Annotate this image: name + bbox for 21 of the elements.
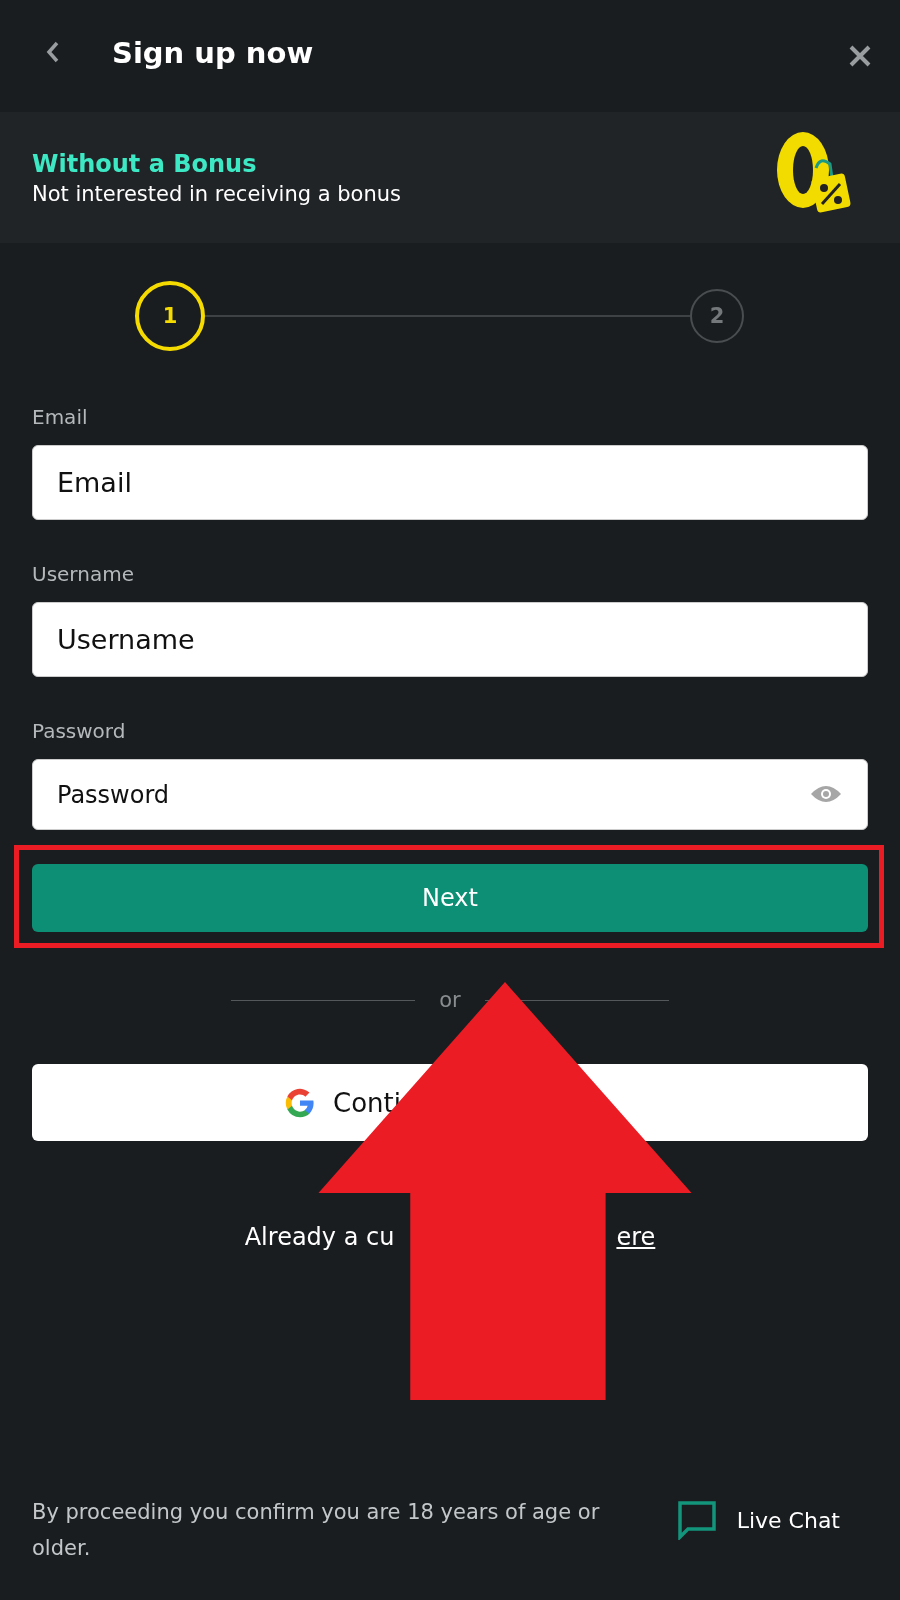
field-label: Email [32,405,89,429]
bonus-banner[interactable]: Without a Bonus Not interested in receiving a bonus [0,112,900,243]
page-title: Sign up now [112,36,315,70]
divider-text: or [439,988,461,1012]
input-field[interactable]: Username [32,602,868,677]
field-label: Password [32,719,127,743]
close-icon[interactable] [848,44,872,68]
step-indicator: 2 [690,289,744,343]
login-prompt: Already a cu [244,1223,395,1251]
login-link[interactable]: ere [616,1223,656,1251]
age-notice: By proceeding you confirm you are 18 years of age or older. [32,1499,601,1562]
password-field[interactable]: Password [32,759,868,830]
bonus-title: Without a Bonus [32,149,258,178]
step-indicator: 1 [135,281,205,351]
back-icon[interactable] [46,40,60,64]
chat-icon[interactable] [676,1500,717,1540]
field-label: Username [32,562,135,586]
input-field[interactable]: Email [32,445,868,520]
next-button[interactable]: Next [32,864,868,932]
live-chat-link[interactable]: Live Chat [736,1507,840,1533]
bonus-subtitle: Not interested in receiving a bonus [32,181,403,206]
